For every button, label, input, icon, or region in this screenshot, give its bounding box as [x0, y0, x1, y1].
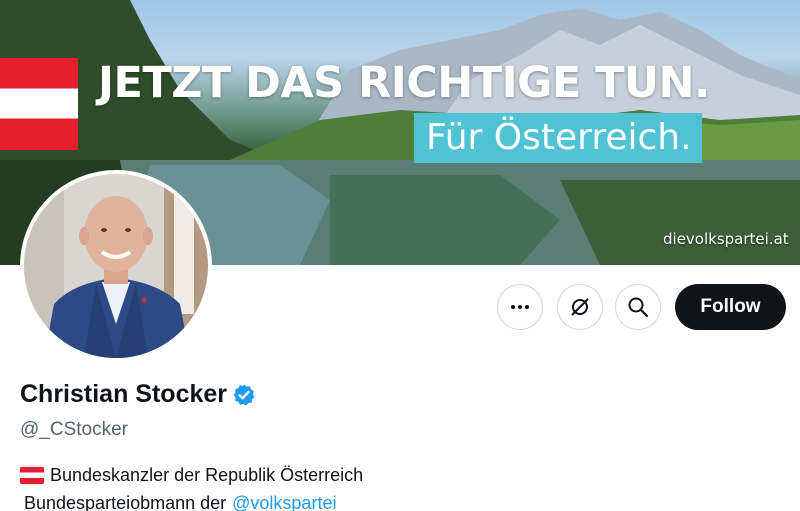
more-icon	[511, 305, 529, 309]
profile-name: Christian Stocker	[20, 380, 228, 408]
notifications-off-icon	[571, 298, 589, 316]
bio-text-2: Bundesparteiobmann der	[24, 493, 227, 511]
bio-mention-link[interactable]: @volkspartei	[232, 489, 336, 511]
search-button[interactable]	[615, 284, 661, 330]
bio-line-1: Bundeskanzler der Republik Österreich	[20, 461, 363, 489]
search-icon	[628, 297, 649, 318]
follow-button[interactable]: Follow	[675, 284, 786, 330]
banner-headline: JETZT DAS RICHTIGE TUN.	[98, 58, 710, 108]
bio-text-1: Bundeskanzler der Republik Österreich	[50, 465, 364, 485]
avatar-photo	[24, 174, 208, 358]
more-button[interactable]	[497, 284, 543, 330]
avatar[interactable]	[20, 170, 212, 362]
austria-flag-emoji-icon	[20, 466, 44, 484]
profile-name-row: Christian Stocker	[20, 380, 256, 409]
profile-bio: Bundeskanzler der Republik Österreich Bu…	[20, 461, 363, 511]
notifications-button[interactable]	[557, 284, 603, 330]
banner-site: dievolkspartei.at	[663, 230, 789, 248]
austria-flag-graphic	[0, 58, 78, 150]
banner-subline: Für Österreich.	[414, 113, 702, 163]
bio-line-2: Bundesparteiobmann der @volkspartei	[20, 489, 363, 511]
profile-handle: @_CStocker	[20, 419, 128, 440]
verified-badge-icon[interactable]	[232, 383, 256, 407]
